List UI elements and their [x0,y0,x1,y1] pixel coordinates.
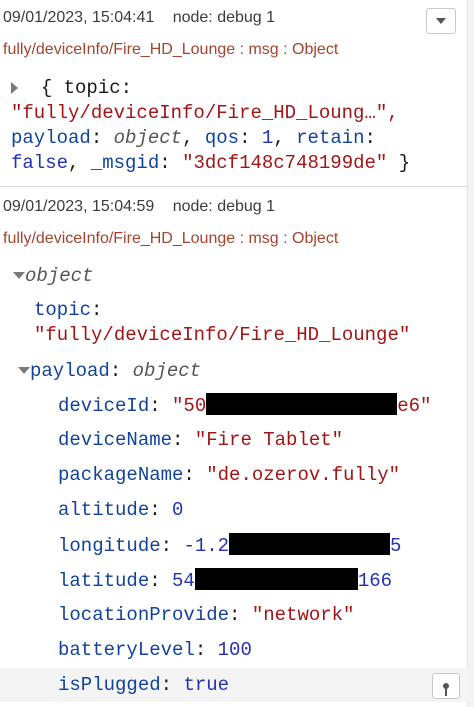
property-row-longitude: longitude: -1.2 5 [58,533,402,557]
pin-icon [443,683,449,696]
collapsed-object[interactable]: { topic: [11,76,132,100]
message-options-button[interactable] [426,8,456,34]
timestamp: 09/01/2023, 15:04:59 [3,198,155,215]
scrollbar[interactable] [467,0,474,707]
redaction-bar [229,533,391,555]
object-open: { topic: [40,77,133,99]
topic-value: "fully/deviceInfo/Fire_HD_Lounge" [34,324,411,346]
property-row-isplugged[interactable]: isPlugged: true [0,668,468,702]
topic-value-truncated: "fully/deviceInfo/Fire_HD_Loung…", [11,102,399,124]
property-row-latitude: latitude: 54 166 [58,568,393,592]
payload-summary-line: payload: object, qos: 1, retain: [11,127,376,149]
topic-key: topic: [34,299,103,321]
property-row-packagename: packageName: "de.ozerov.fully" [58,464,401,486]
message-meta: 09/01/2023, 15:04:59 node: debug 1 [3,198,275,216]
expand-arrow-icon[interactable] [11,81,18,94]
msgid-line: false, _msgid: "3dcf148c748199de" } [11,152,411,174]
pin-button[interactable] [432,673,460,699]
property-row-batterylevel: batteryLevel: 100 [58,639,252,661]
debug-message-1: 09/01/2023, 15:04:41 node: debug 1 fully… [0,0,468,187]
node-label: node: debug 1 [172,198,276,215]
timestamp: 09/01/2023, 15:04:41 [3,9,155,26]
payload-node[interactable]: payload: object [18,359,201,383]
redaction-bar [194,568,358,590]
node-label: node: debug 1 [172,9,276,26]
object-root[interactable]: object [13,264,93,288]
property-row-locationprovide: locationProvide: "network" [58,604,355,626]
message-topic-line[interactable]: fully/deviceInfo/Fire_HD_Lounge : msg : … [3,41,338,59]
debug-message-2: 09/01/2023, 15:04:59 node: debug 1 fully… [0,187,468,707]
property-row-deviceid: deviceId: "50 e6" [58,393,432,417]
collapse-arrow-icon[interactable] [18,367,30,375]
collapse-arrow-icon[interactable] [13,272,25,280]
redaction-bar [206,393,398,415]
chevron-down-icon [436,18,446,24]
property-row-devicename: deviceName: "Fire Tablet" [58,429,344,451]
message-meta: 09/01/2023, 15:04:41 node: debug 1 [3,9,275,27]
message-topic-line[interactable]: fully/deviceInfo/Fire_HD_Lounge : msg : … [3,230,338,248]
property-row-altitude: altitude: 0 [58,499,184,521]
debug-panel: 09/01/2023, 15:04:41 node: debug 1 fully… [0,0,474,707]
